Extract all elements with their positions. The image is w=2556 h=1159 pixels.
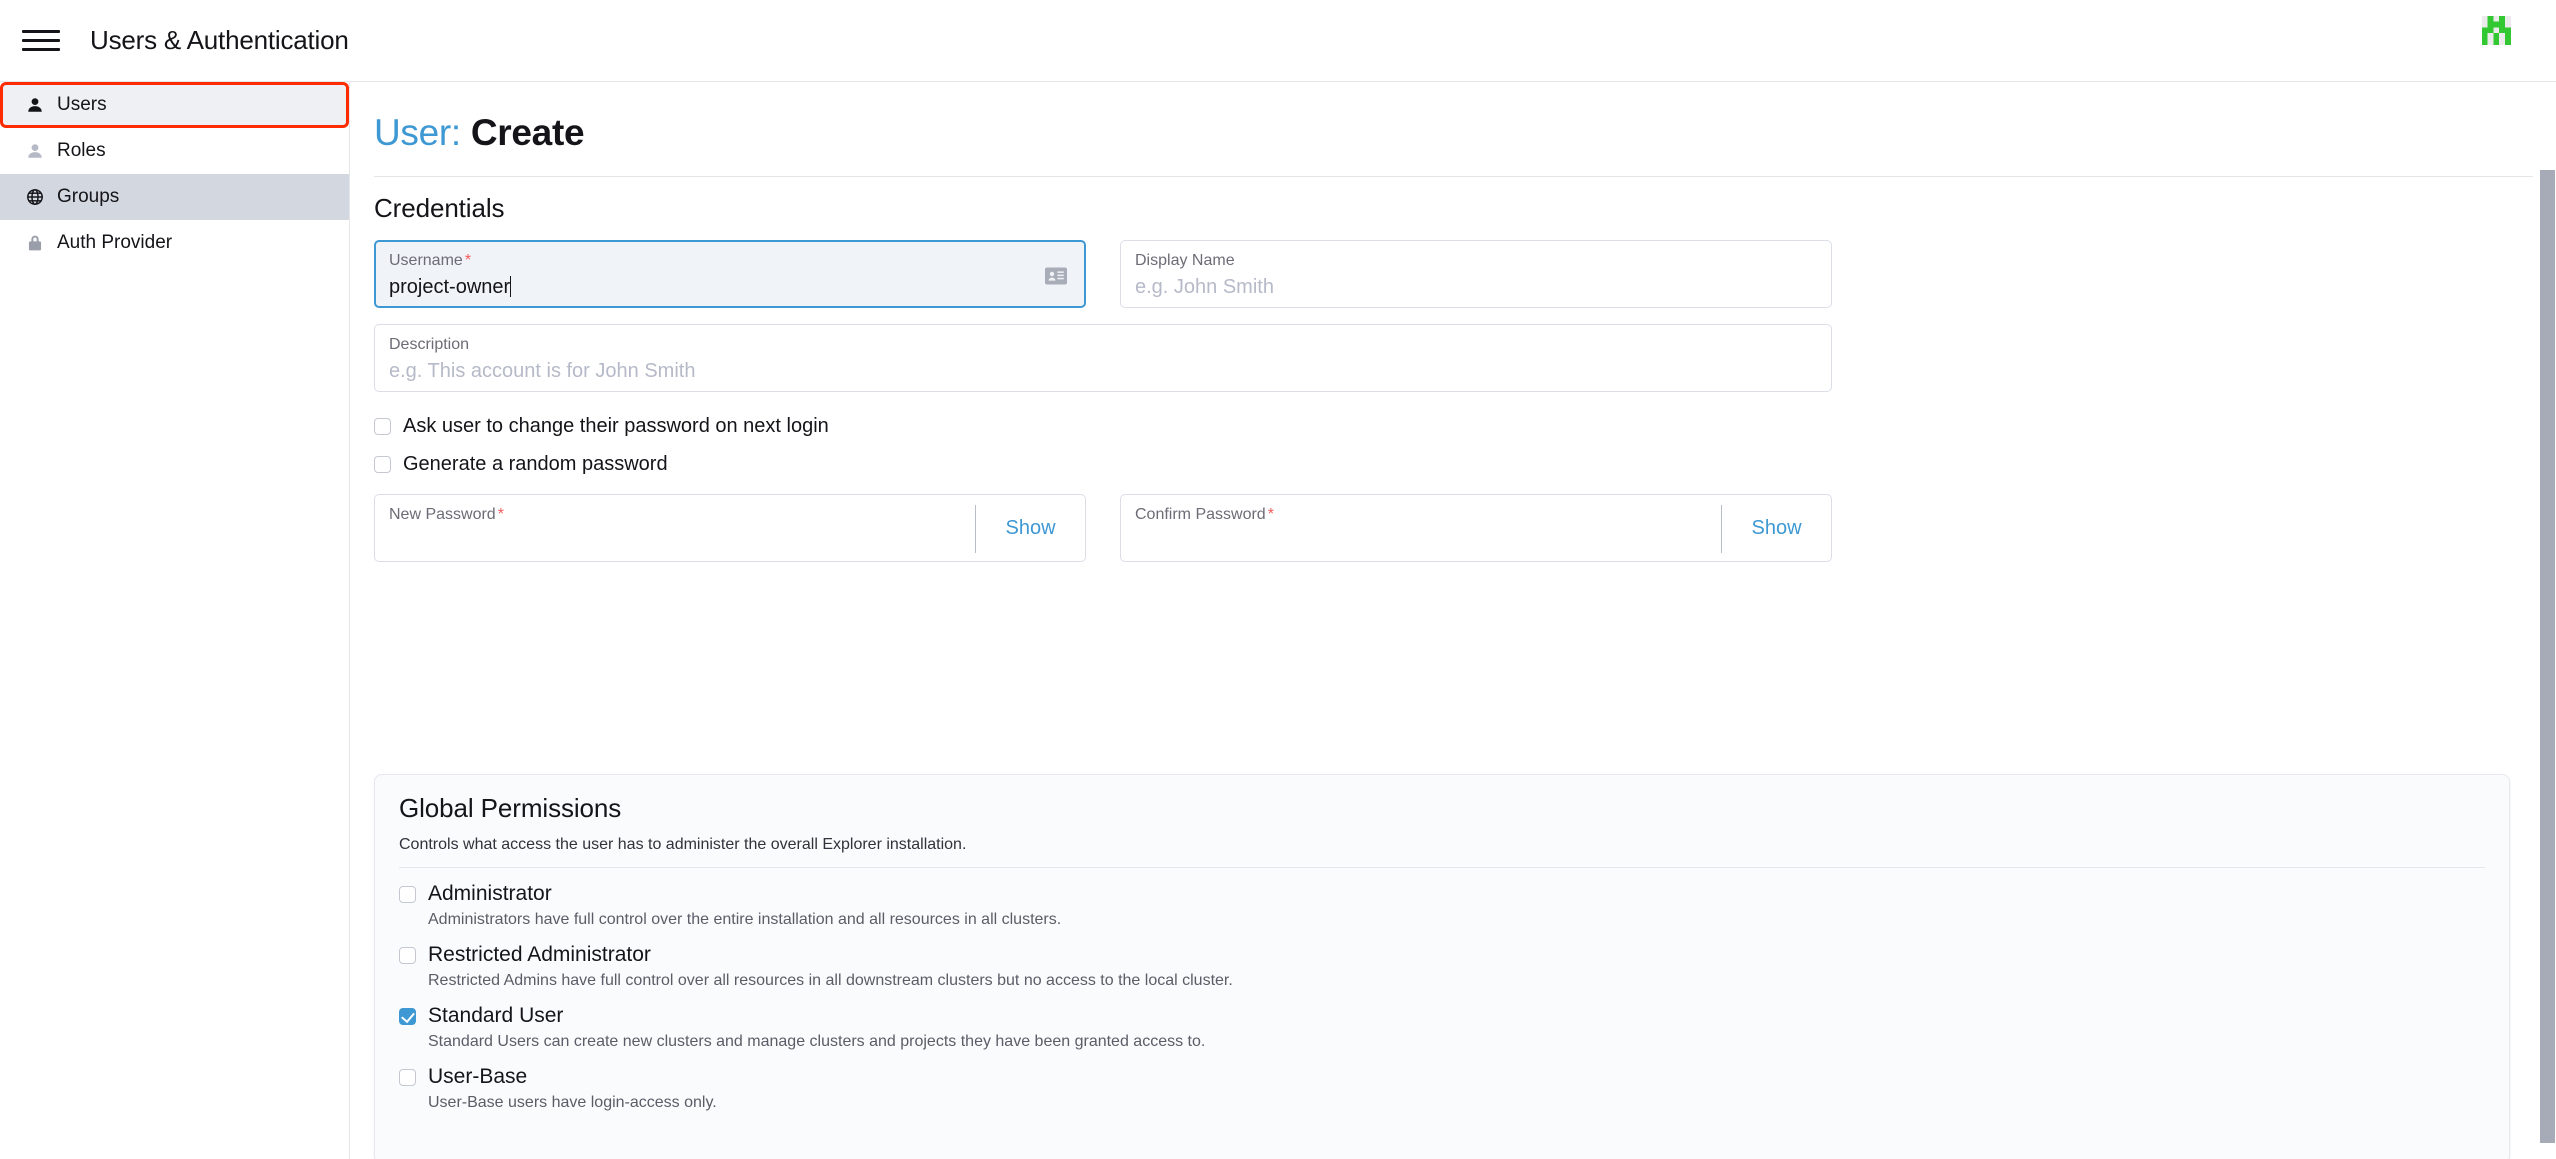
top-header: Users & Authentication — [0, 0, 2556, 82]
main-content: User: Create Credentials Username * proje… — [351, 82, 2556, 1159]
display-name-label: Display Name — [1135, 252, 1235, 269]
standard-user-description: Standard Users can create new clusters a… — [428, 1033, 1206, 1050]
page-title: User: Create — [374, 112, 2556, 154]
user-outline-icon — [24, 140, 46, 162]
hamburger-bar — [22, 39, 60, 42]
required-marker: * — [1267, 506, 1274, 523]
text-caret — [510, 276, 512, 297]
hamburger-bar — [22, 30, 60, 33]
sidebar-item-groups[interactable]: Groups — [0, 174, 349, 220]
sidebar-item-label: Auth Provider — [57, 232, 173, 253]
credentials-row-3: New Password * Show Confirm Password * Sho… — [374, 494, 2556, 562]
global-permissions-card: Global Permissions Controls what access … — [374, 774, 2510, 1159]
generate-random-password-label: Generate a random password — [403, 453, 668, 475]
username-label: Username * — [389, 252, 472, 269]
permission-item-user-base: User-Base User-Base users have login-acc… — [399, 1065, 2485, 1112]
global-permissions-subtitle: Controls what access the user has to adm… — [399, 836, 967, 853]
credentials-row-1: Username * project-owner Display Name e.g… — [374, 240, 2556, 308]
page-title-prefix: User: — [374, 112, 461, 153]
description-input[interactable]: e.g. This account is for John Smith — [389, 360, 1817, 383]
description-field[interactable]: Description e.g. This account is for Joh… — [374, 324, 1832, 392]
generate-random-password-checkbox[interactable] — [374, 456, 391, 473]
username-input[interactable]: project-owner — [389, 276, 1071, 299]
username-field[interactable]: Username * project-owner — [374, 240, 1086, 308]
ask-change-password-row[interactable]: Ask user to change their password on nex… — [374, 415, 2556, 438]
user-base-checkbox[interactable] — [399, 1068, 416, 1086]
page-header-title: Users & Authentication — [90, 25, 349, 55]
permission-row[interactable]: User-Base — [399, 1065, 2485, 1089]
credentials-row-2: Description e.g. This account is for Joh… — [374, 324, 2556, 392]
new-password-field[interactable]: New Password * Show — [374, 494, 1086, 562]
required-marker: * — [464, 252, 472, 269]
permission-item-standard-user: Standard User Standard Users can create … — [399, 1004, 2485, 1051]
restricted-administrator-label: Restricted Administrator — [428, 943, 651, 966]
display-name-input[interactable]: e.g. John Smith — [1135, 276, 1817, 299]
restricted-administrator-checkbox[interactable] — [399, 946, 416, 964]
standard-user-checkbox[interactable] — [399, 1007, 416, 1025]
permission-row[interactable]: Administrator — [399, 882, 2485, 906]
standard-user-label: Standard User — [428, 1004, 564, 1027]
ask-change-password-label: Ask user to change their password on nex… — [403, 415, 829, 437]
restricted-administrator-description: Restricted Admins have full control over… — [428, 972, 1233, 989]
user-base-description: User-Base users have login-access only. — [428, 1094, 717, 1111]
sidebar-item-auth-provider[interactable]: Auth Provider — [0, 220, 349, 266]
sidebar-item-label: Roles — [57, 140, 106, 161]
administrator-description: Administrators have full control over th… — [428, 911, 1062, 928]
global-permissions-heading: Global Permissions — [399, 793, 622, 823]
sidebar-item-label: Groups — [57, 186, 120, 207]
permission-row[interactable]: Restricted Administrator — [399, 943, 2485, 967]
title-divider — [374, 176, 2533, 177]
sidebar-item-users[interactable]: Users — [0, 82, 349, 128]
lock-icon — [24, 232, 46, 254]
hamburger-bar — [22, 48, 60, 51]
ask-change-password-checkbox[interactable] — [374, 418, 391, 435]
sidebar-nav: Users Roles Groups Auth Provider — [0, 82, 350, 1159]
contact-card-icon[interactable] — [1044, 266, 1068, 286]
credentials-heading: Credentials — [374, 193, 505, 223]
divider — [399, 867, 2485, 868]
vertical-scrollbar-track[interactable] — [2539, 82, 2556, 1159]
confirm-password-show-button[interactable]: Show — [1722, 495, 1831, 561]
permission-row[interactable]: Standard User — [399, 1004, 2485, 1028]
hamburger-icon[interactable] — [22, 26, 60, 56]
required-marker: * — [497, 506, 504, 523]
vertical-scrollbar-thumb[interactable] — [2540, 170, 2555, 1143]
user-icon — [24, 94, 46, 116]
permission-item-restricted-administrator: Restricted Administrator Restricted Admi… — [399, 943, 2485, 990]
display-name-field[interactable]: Display Name e.g. John Smith — [1120, 240, 1832, 308]
generate-random-password-row[interactable]: Generate a random password — [374, 453, 2556, 476]
new-password-show-button[interactable]: Show — [976, 495, 1085, 561]
description-label: Description — [389, 336, 470, 353]
administrator-label: Administrator — [428, 882, 552, 905]
user-base-label: User-Base — [428, 1065, 528, 1088]
page-title-action: Create — [470, 112, 585, 153]
sidebar-item-label: Users — [57, 94, 107, 115]
administrator-checkbox[interactable] — [399, 885, 416, 903]
confirm-password-field[interactable]: Confirm Password * Show — [1120, 494, 1832, 562]
sidebar-item-roles[interactable]: Roles — [0, 128, 349, 174]
globe-icon — [24, 186, 46, 208]
permission-item-administrator: Administrator Administrators have full c… — [399, 882, 2485, 929]
rancher-logo[interactable] — [2476, 10, 2534, 68]
